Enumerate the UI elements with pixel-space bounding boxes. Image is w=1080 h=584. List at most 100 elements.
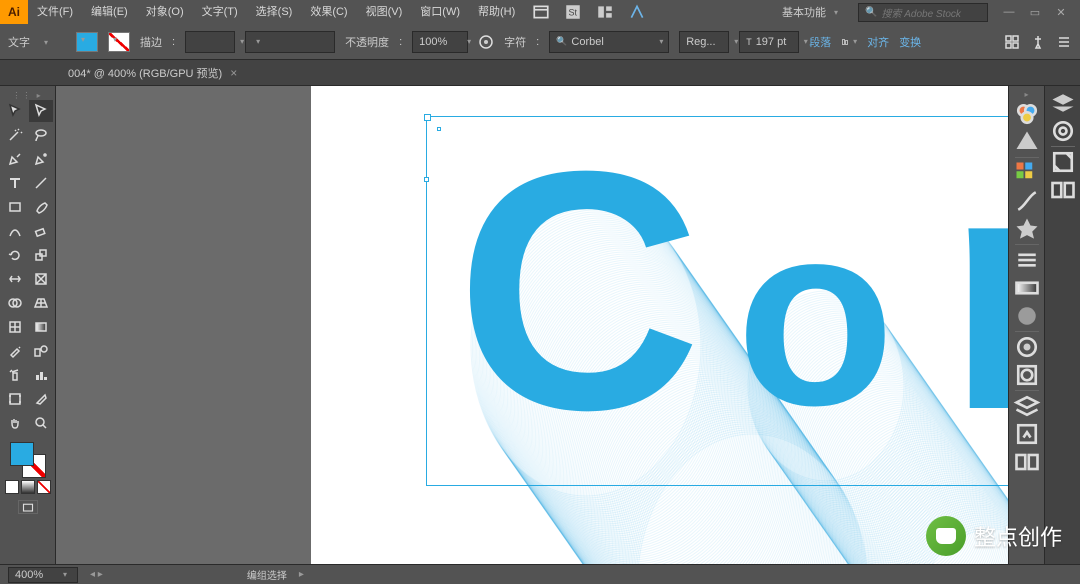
stroke-weight-input[interactable] [185, 31, 235, 53]
hand-tool[interactable] [3, 412, 27, 434]
properties-panel-icon[interactable] [1049, 90, 1077, 116]
menu-object[interactable]: 对象(O) [137, 0, 193, 24]
gradient-panel-icon[interactable] [1013, 275, 1041, 301]
artboard-tool[interactable] [3, 388, 27, 410]
panel-grip-icon[interactable]: ⋮⋮ ▸ [2, 90, 53, 100]
line-tool[interactable] [29, 172, 53, 194]
align-icon[interactable] [841, 34, 857, 50]
align-link[interactable]: 对齐 [867, 34, 889, 50]
menu-edit[interactable]: 编辑(E) [82, 0, 137, 24]
selection-tool[interactable] [3, 100, 27, 122]
perspective-tool[interactable] [29, 292, 53, 314]
css-icon[interactable] [1049, 177, 1077, 203]
window-minimize-icon[interactable]: — [1002, 6, 1016, 19]
stock-icon[interactable]: St [564, 3, 582, 21]
paintbrush-tool[interactable] [29, 196, 53, 218]
close-icon[interactable]: × [230, 66, 237, 80]
rotate-tool[interactable] [3, 244, 27, 266]
wechat-icon [926, 516, 966, 556]
search-icon: 🔍 [865, 7, 877, 18]
workspace-switcher[interactable]: 基本功能 [770, 2, 850, 22]
font-family-input[interactable]: 🔍 [549, 31, 669, 53]
fill-swatch-icon[interactable] [10, 442, 34, 466]
type-tool[interactable] [3, 172, 27, 194]
fill-stroke-swatches[interactable] [10, 442, 46, 478]
window-restore-icon[interactable]: ▭ [1028, 6, 1042, 19]
column-graph-tool[interactable] [29, 364, 53, 386]
menu-select[interactable]: 选择(S) [247, 0, 302, 24]
free-transform-tool[interactable] [29, 268, 53, 290]
color-guide-icon[interactable] [1013, 129, 1041, 155]
transform-link[interactable]: 变换 [899, 34, 921, 50]
blend-tool[interactable] [29, 340, 53, 362]
panel-dock-outer [1044, 86, 1080, 564]
transparency-panel-icon[interactable] [1013, 303, 1041, 329]
gradient-mode-icon[interactable] [21, 480, 35, 494]
lasso-tool[interactable] [29, 124, 53, 146]
symbol-sprayer-tool[interactable] [3, 364, 27, 386]
shaper-tool[interactable] [3, 220, 27, 242]
tool-preset-dropdown[interactable] [40, 36, 46, 48]
swatches-panel-icon[interactable] [1013, 160, 1041, 186]
document-tab[interactable]: 004* @ 400% (RGB/GPU 预览) × [58, 61, 247, 85]
menu-help[interactable]: 帮助(H) [469, 0, 524, 24]
svg-text:St: St [569, 7, 578, 17]
recolor-icon[interactable] [478, 34, 494, 50]
zoom-input[interactable] [8, 567, 78, 583]
symbols-panel-icon[interactable] [1013, 216, 1041, 242]
zoom-tool[interactable] [29, 412, 53, 434]
color-mode-icon[interactable] [5, 480, 19, 494]
search-placeholder: 搜索 Adobe Stock [881, 5, 960, 20]
eyedropper-tool[interactable] [3, 340, 27, 362]
scale-tool[interactable] [29, 244, 53, 266]
fill-swatch[interactable] [76, 32, 98, 52]
curvature-tool[interactable] [29, 148, 53, 170]
bridge-icon[interactable] [532, 3, 550, 21]
magic-wand-tool[interactable] [3, 124, 27, 146]
mesh-tool[interactable] [3, 316, 27, 338]
layers-panel-icon[interactable] [1013, 393, 1041, 419]
menu-type[interactable]: 文字(T) [193, 0, 247, 24]
pen-tool[interactable] [3, 148, 27, 170]
screen-mode-icon[interactable] [18, 500, 38, 514]
rectangle-tool[interactable] [3, 196, 27, 218]
appearance-panel-icon[interactable] [1013, 334, 1041, 360]
none-mode-icon[interactable] [37, 480, 51, 494]
export-icon[interactable] [1049, 149, 1077, 175]
panel-grip-icon[interactable]: ▸ [1024, 90, 1028, 99]
menu-effect[interactable]: 效果(C) [301, 0, 356, 24]
font-size-input[interactable]: T [739, 31, 799, 53]
color-panel-icon[interactable] [1013, 101, 1041, 127]
opacity-input[interactable] [412, 31, 468, 53]
search-icon: 🔍 [556, 36, 567, 47]
menu-file[interactable]: 文件(F) [28, 0, 82, 24]
arrange-icon[interactable] [596, 3, 614, 21]
width-tool[interactable] [3, 268, 27, 290]
direct-selection-tool[interactable] [29, 100, 53, 122]
cc-libraries-icon[interactable] [1049, 118, 1077, 144]
gradient-tool[interactable] [29, 316, 53, 338]
eraser-tool[interactable] [29, 220, 53, 242]
menu-view[interactable]: 视图(V) [357, 0, 412, 24]
anchor-point[interactable] [437, 127, 441, 131]
shape-builder-tool[interactable] [3, 292, 27, 314]
selection-handle[interactable] [424, 177, 429, 182]
search-stock-input[interactable]: 🔍 搜索 Adobe Stock [858, 3, 988, 22]
font-style-input[interactable] [679, 31, 729, 53]
asset-export-icon[interactable] [1013, 421, 1041, 447]
menu-window[interactable]: 窗口(W) [411, 0, 469, 24]
window-close-icon[interactable]: ✕ [1054, 6, 1068, 19]
artboards-panel-icon[interactable] [1013, 449, 1041, 475]
slice-tool[interactable] [29, 388, 53, 410]
graphic-styles-icon[interactable] [1013, 362, 1041, 388]
isolate-icon[interactable] [1004, 34, 1020, 50]
brushes-panel-icon[interactable] [1013, 188, 1041, 214]
paragraph-link[interactable]: 段落 [809, 34, 831, 50]
brush-def-dropdown[interactable] [245, 31, 335, 53]
stroke-panel-icon[interactable] [1013, 247, 1041, 273]
gpu-icon[interactable] [628, 3, 646, 21]
pin-icon[interactable] [1030, 34, 1046, 50]
panel-menu-icon[interactable] [1056, 34, 1072, 50]
stroke-swatch[interactable] [108, 32, 130, 52]
canvas[interactable]: /* generated below via repeated spans */… [56, 86, 1008, 564]
